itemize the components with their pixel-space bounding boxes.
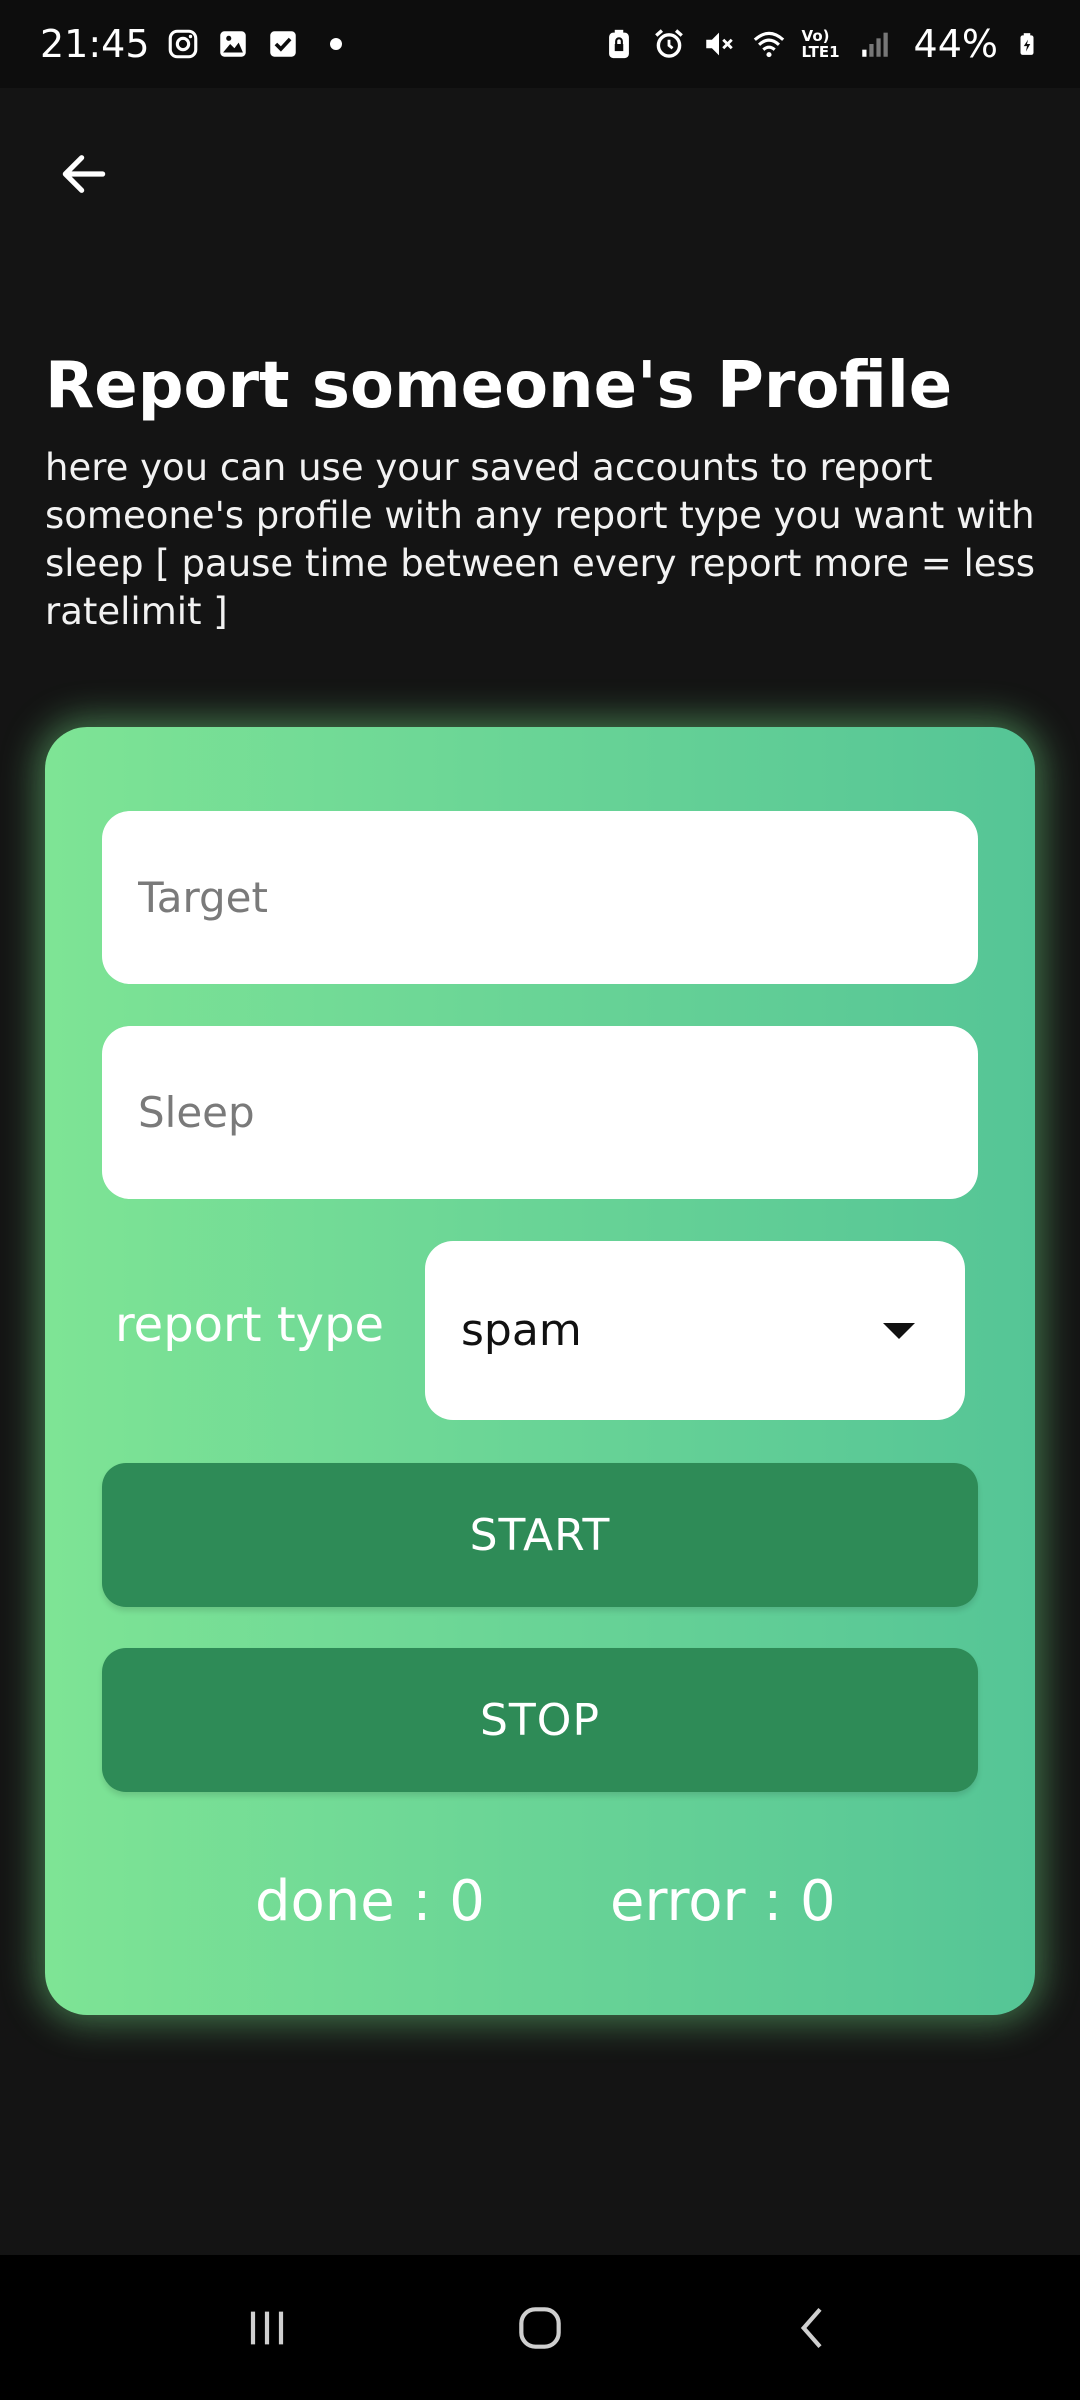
home-button[interactable] [495,2283,585,2373]
sleep-field[interactable] [102,1026,978,1199]
report-type-label: report type [115,1297,385,1353]
report-card: report type spam START STOP done : 0 err… [45,727,1035,2015]
battery-percent: 44% [913,22,998,66]
page-title: Report someone's Profile [45,349,953,423]
gallery-icon [219,31,246,57]
nav-bar [0,2255,1080,2400]
report-type-dropdown[interactable]: spam [425,1241,965,1420]
signal-icon [861,32,888,57]
target-input[interactable] [138,873,978,922]
arrow-left-icon [62,155,106,193]
back-button[interactable] [48,138,120,210]
battery-icon [1020,33,1034,55]
screen: 21:45 Vo) LTE1 44% Report someone's Prof… [0,0,1080,2400]
checkbox-icon [269,31,296,57]
target-field[interactable] [102,811,978,984]
stop-button[interactable]: STOP [102,1648,978,1792]
sleep-input[interactable] [138,1088,978,1137]
status-time: 21:45 [40,22,150,66]
done-counter: done : 0 [255,1869,485,1934]
nav-back-button[interactable] [768,2283,858,2373]
recent-apps-button[interactable] [222,2283,312,2373]
lock-battery-icon [608,29,629,59]
status-bar: 21:45 Vo) LTE1 44% [0,0,1080,88]
back-icon [801,2307,822,2348]
error-counter: error : 0 [610,1869,836,1934]
wifi-icon [753,31,784,58]
recent-apps-icon [250,2311,283,2344]
status-left: 21:45 [40,22,342,66]
start-button[interactable]: START [102,1463,978,1607]
status-right: Vo) LTE1 44% [602,22,1040,66]
alarm-icon [654,29,683,58]
home-icon [519,2306,561,2349]
caret-down-icon [883,1322,915,1339]
report-type-value: spam [461,1305,582,1356]
dot-icon [329,38,342,50]
page-description: here you can use your saved accounts to … [45,446,1036,633]
volte-icon: Vo) LTE1 [801,27,840,61]
mute-icon [705,32,733,56]
instagram-icon [168,29,197,59]
